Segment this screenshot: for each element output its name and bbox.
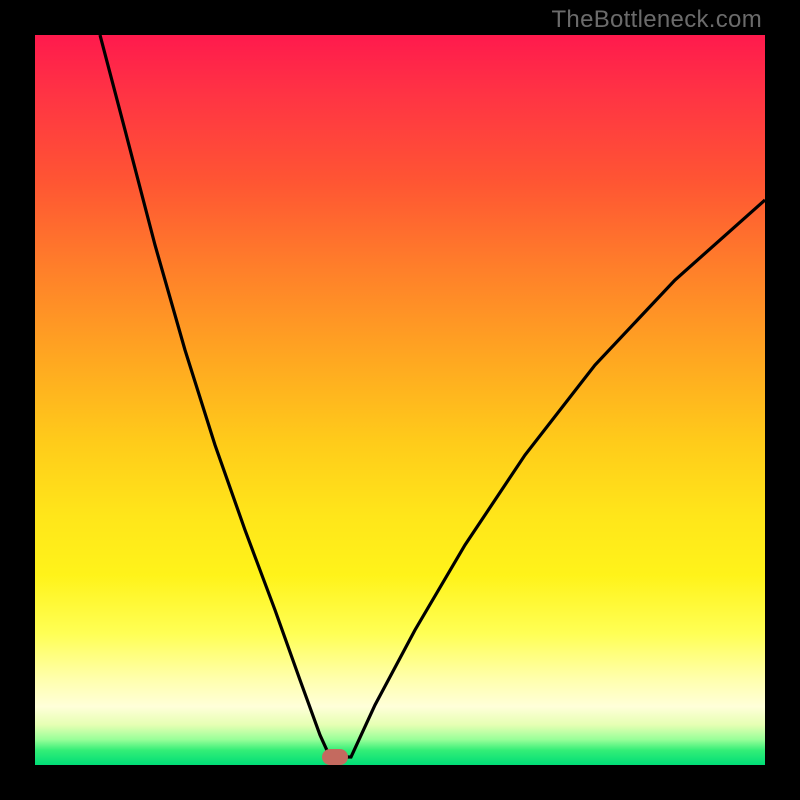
curve-path [100, 35, 765, 757]
optimal-point-marker [322, 749, 348, 765]
outer-frame: TheBottleneck.com [0, 0, 800, 800]
watermark-text: TheBottleneck.com [551, 6, 762, 34]
bottleneck-curve [35, 35, 765, 765]
plot-area [35, 35, 765, 765]
